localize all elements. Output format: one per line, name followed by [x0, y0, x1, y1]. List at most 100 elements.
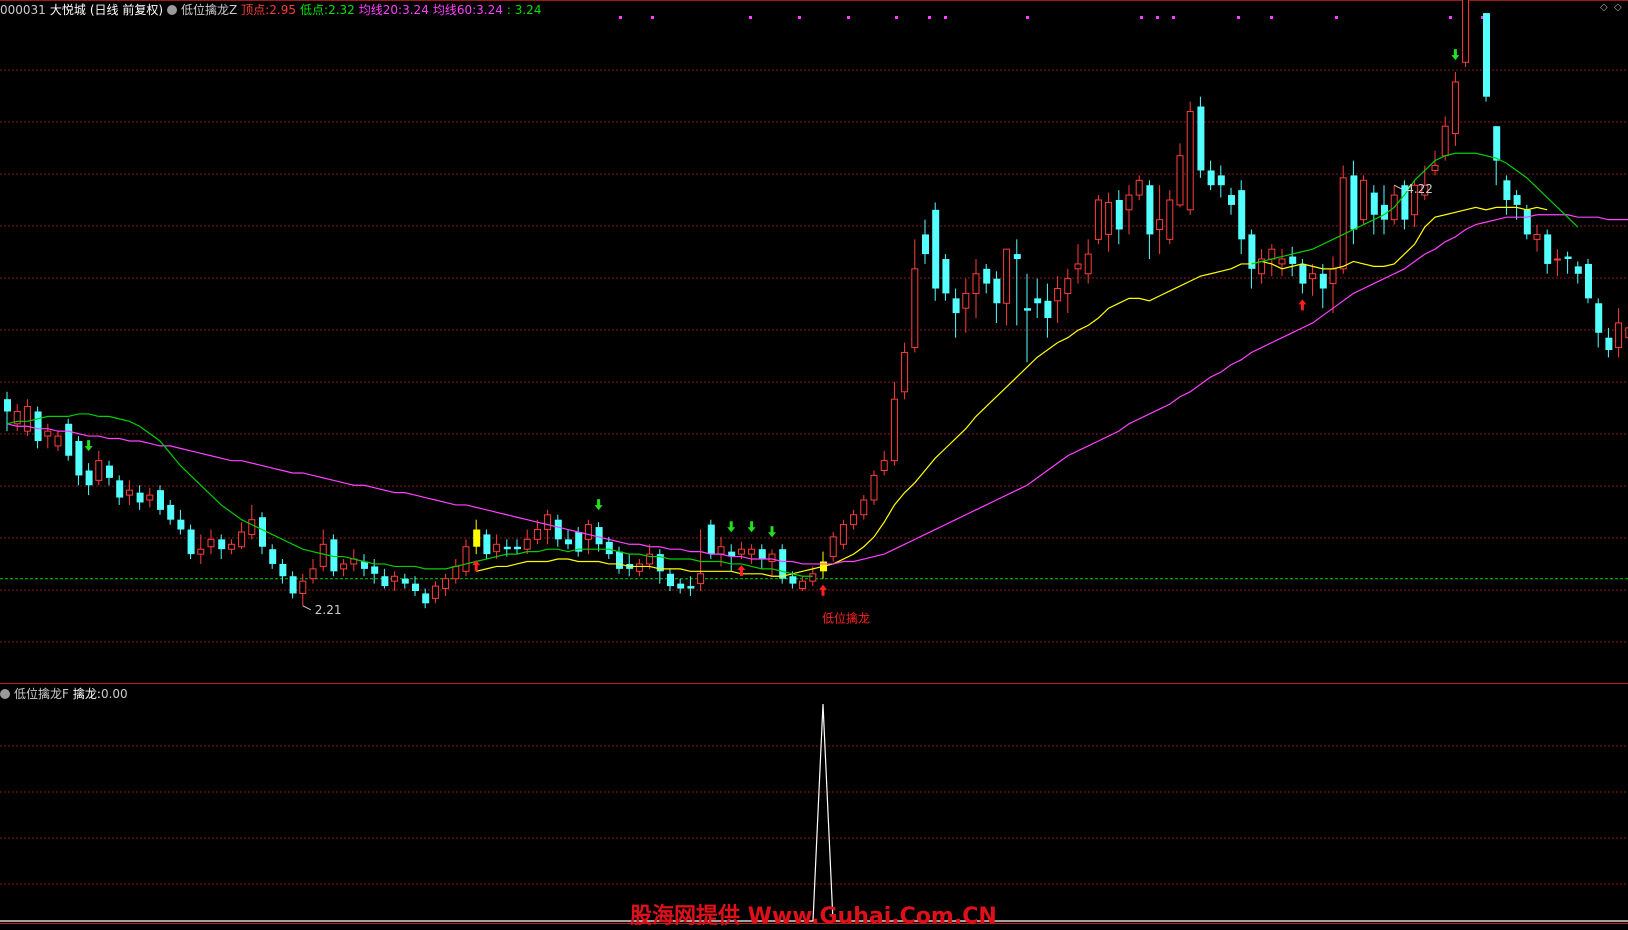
candle: [319, 529, 327, 572]
low-value: 2.32: [328, 3, 355, 17]
candle: [350, 549, 358, 572]
candle: [839, 519, 847, 550]
candle-body: [616, 551, 623, 569]
signal-arrows: [84, 49, 1460, 596]
sub-indicator-menu-icon[interactable]: [0, 689, 10, 699]
candle: [125, 480, 133, 505]
low-marker-line: [302, 605, 312, 611]
candle-body: [503, 546, 511, 550]
indicator-menu-icon[interactable]: [167, 5, 178, 15]
period-label: (日线 前复权): [89, 3, 164, 17]
candle-body: [391, 575, 399, 582]
candle-body: [1523, 209, 1531, 235]
candle-body: [880, 460, 888, 472]
top-dot: [749, 16, 752, 19]
ma20-label: 均线20:: [358, 3, 403, 17]
candle-body: [75, 440, 83, 476]
candle: [1064, 268, 1072, 314]
candle-body: [1615, 322, 1623, 349]
sub-indicator-name[interactable]: 低位擒龙F: [14, 687, 69, 701]
candle-body: [197, 548, 205, 555]
candle-body: [1003, 248, 1011, 304]
candle-body: [1574, 266, 1582, 274]
candle: [34, 406, 42, 449]
candle: [197, 534, 205, 564]
candle: [1513, 190, 1521, 220]
candle-body: [799, 580, 807, 590]
candle-body: [279, 563, 287, 577]
indicator-name[interactable]: 低位擒龙Z: [181, 3, 237, 17]
candle: [279, 559, 287, 584]
candle-body: [1329, 268, 1337, 285]
candle: [1135, 175, 1143, 200]
watermark-text: 股海网提供 Www.Guhai.Com.CN: [630, 904, 997, 929]
down-arrow-icon: [768, 526, 776, 538]
candle: [1289, 246, 1297, 277]
top-dot: [944, 16, 947, 19]
candle: [452, 559, 460, 584]
down-arrow-icon: [1451, 49, 1460, 61]
candle-body: [972, 273, 980, 294]
candle-body: [1013, 254, 1021, 260]
candle: [1595, 298, 1603, 348]
candle-body: [1135, 179, 1143, 196]
candle-body: [1146, 185, 1154, 235]
candle-body: [1585, 263, 1592, 299]
candle: [13, 404, 21, 432]
candle: [1564, 251, 1572, 274]
candle-body: [1605, 337, 1613, 350]
candle: [462, 539, 470, 577]
candle: [1034, 278, 1042, 319]
candle: [901, 342, 909, 400]
candle: [1605, 327, 1613, 358]
candle: [401, 573, 409, 589]
candle-body: [533, 529, 541, 540]
ma60-label: 均线60:: [432, 3, 477, 17]
candle: [880, 450, 888, 476]
candle: [860, 495, 868, 520]
candle-body: [412, 583, 419, 592]
candle: [259, 512, 266, 555]
candle-body: [1084, 253, 1092, 275]
ma60-value: 3.24: [476, 3, 503, 17]
candle: [565, 529, 572, 550]
candle: [514, 539, 521, 555]
top-dot: [1237, 16, 1240, 19]
candle: [554, 514, 562, 547]
candle-body: [1156, 219, 1164, 230]
candle-body: [544, 514, 552, 531]
candle: [269, 544, 277, 569]
candle-body: [667, 573, 674, 587]
candle: [1319, 263, 1327, 309]
candle-body: [1166, 199, 1174, 240]
candle-body: [1064, 278, 1072, 294]
candle-body: [1289, 256, 1297, 264]
candle-body: [605, 541, 613, 555]
candle-body: [1115, 199, 1123, 230]
diamond-icon[interactable]: ◇: [1614, 2, 1622, 13]
candle-body: [779, 549, 787, 579]
candle: [1166, 190, 1174, 245]
diamond-icon[interactable]: ◇: [1600, 2, 1608, 13]
candle-body: [748, 548, 756, 555]
candle: [238, 522, 246, 550]
main-chart[interactable]: 4.22 2.21 低位擒龙: [0, 0, 1628, 928]
candle: [1381, 185, 1388, 235]
candle-body: [1431, 165, 1439, 171]
candle: [227, 539, 235, 555]
candle: [1370, 185, 1378, 235]
candle: [870, 470, 878, 505]
candle: [768, 549, 776, 577]
top-dot: [1156, 16, 1159, 19]
top-label: 顶点:: [241, 3, 270, 17]
candle-body: [1034, 298, 1042, 304]
candle: [75, 436, 83, 486]
candle-body: [371, 566, 379, 574]
candle-body: [1176, 155, 1184, 206]
candle: [1585, 259, 1592, 304]
candle-body: [1360, 179, 1368, 221]
sub-value-label: 擒龙:: [72, 687, 101, 701]
candle: [289, 571, 297, 599]
main-grid: [0, 69, 1628, 643]
sub-indicator-line: [0, 703, 1628, 922]
